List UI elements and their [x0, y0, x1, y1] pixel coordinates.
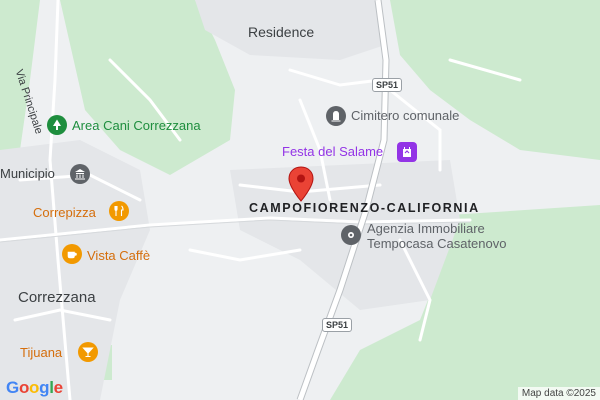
bar-icon[interactable]	[78, 342, 98, 362]
restaurant-icon[interactable]	[109, 201, 129, 221]
area-cani-label[interactable]: Area Cani Correzzana	[72, 118, 201, 133]
agenzia-label[interactable]: Agenzia Immobiliare Tempocasa Casatenovo	[367, 221, 506, 251]
map-canvas[interactable]: Via Principale SP51 SP51 Residence Corre…	[0, 0, 600, 400]
vista-caffe-label[interactable]: Vista Caffè	[87, 248, 150, 263]
town-hall-icon[interactable]	[70, 164, 90, 184]
business-icon[interactable]	[341, 225, 361, 245]
festa-label[interactable]: Festa del Salame	[282, 144, 383, 159]
tree-icon[interactable]	[47, 115, 67, 135]
map-attribution[interactable]: Map data ©2025	[517, 387, 600, 400]
event-icon[interactable]	[397, 142, 417, 162]
correpizza-label[interactable]: Correpizza	[33, 205, 96, 220]
agenzia-label-line1: Agenzia Immobiliare	[367, 221, 485, 236]
sp51-shield-bottom: SP51	[322, 318, 353, 332]
tijuana-label[interactable]: Tijuana	[20, 345, 62, 360]
residence-label[interactable]: Residence	[248, 24, 314, 40]
cemetery-icon[interactable]	[326, 106, 346, 126]
sp51-shield-top: SP51	[372, 78, 403, 92]
municipio-label[interactable]: Municipio	[0, 166, 55, 181]
location-pin-icon[interactable]	[286, 165, 316, 205]
cimitero-label[interactable]: Cimitero comunale	[351, 108, 459, 123]
agenzia-label-line2: Tempocasa Casatenovo	[367, 236, 507, 251]
correzzana-label[interactable]: Correzzana	[18, 289, 96, 306]
district-label[interactable]: CAMPOFIORENZO-CALIFORNIA	[249, 201, 480, 215]
google-logo: Google	[6, 378, 63, 397]
cafe-icon[interactable]	[62, 244, 82, 264]
